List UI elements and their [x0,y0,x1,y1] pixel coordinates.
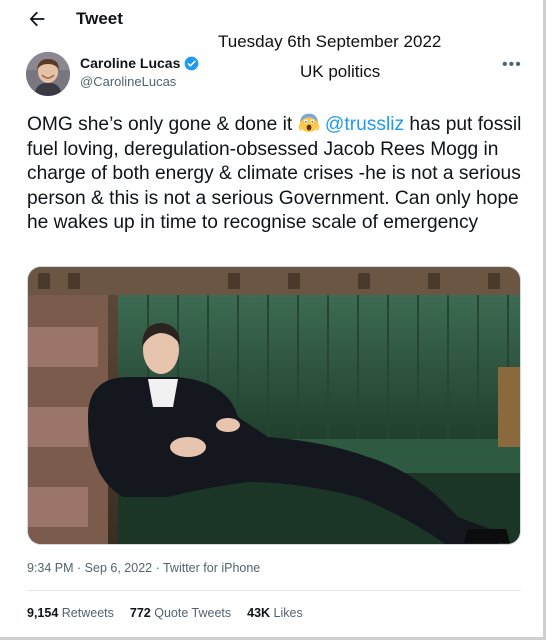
quote-tweets-count: 772 [129,606,151,620]
divider [27,590,521,591]
quote-tweets-label: Quote Tweets [154,606,232,620]
author-name-row[interactable]: Caroline Lucas [80,55,199,71]
likes-label: Likes [273,606,303,620]
tweet-photo-image [28,267,520,544]
overlay-topic-caption: UK politics [300,62,381,81]
avatar[interactable] [26,52,70,96]
meta-separator: · [73,561,85,575]
tweet-text: OMG she’s only gone & done it @trussliz … [27,111,525,236]
tweet-time[interactable]: 9:34 PM [27,561,74,575]
avatar-image [26,52,70,96]
tweet-frame: Tweet Tuesday 6th September 2022 UK poli… [0,0,546,640]
tweet-meta: 9:34 PM · Sep 6, 2022 · Twitter for iPho… [27,561,260,575]
verified-badge-icon [185,56,199,70]
author-handle[interactable]: @CarolineLucas [80,74,176,89]
likes-stat[interactable]: 43K Likes [247,606,303,620]
author-display-name[interactable]: Caroline Lucas [80,55,180,71]
tweet-photo[interactable] [27,266,521,545]
tweet-date[interactable]: Sep 6, 2022 [85,561,152,575]
page-title: Tweet [76,9,123,28]
more-horizontal-icon[interactable]: ••• [502,56,522,74]
tweet-source[interactable]: Twitter for iPhone [163,561,260,575]
screaming-face-emoji-icon [298,113,319,133]
retweets-count: 9,154 [27,606,59,620]
likes-count: 43K [247,606,271,620]
engagement-stats: 9,154 Retweets 772 Quote Tweets 43K Like… [27,606,303,620]
mention-link[interactable]: @trussliz [325,114,404,135]
meta-separator: · [152,561,163,575]
retweets-stat[interactable]: 9,154 Retweets [27,606,114,620]
tweet-text-part1: OMG she’s only gone & done it [27,114,298,135]
overlay-date-caption: Tuesday 6th September 2022 [218,32,442,51]
quote-tweets-stat[interactable]: 772 Quote Tweets [130,606,231,620]
arrow-left-icon[interactable] [26,8,48,30]
retweets-label: Retweets [61,606,114,620]
